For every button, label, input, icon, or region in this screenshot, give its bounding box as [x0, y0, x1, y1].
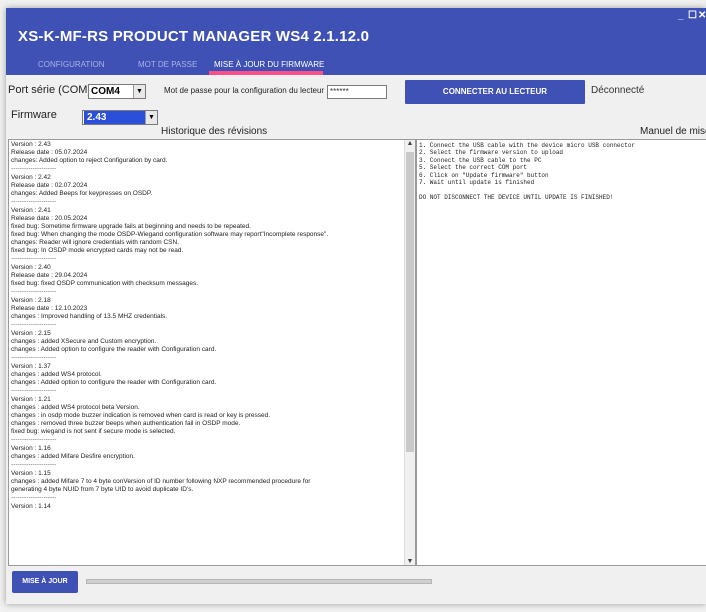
tab-firmware-update[interactable]: MISE À JOUR DU FIRMWARE [214, 60, 324, 69]
history-line: fixed bug: fixed OSDP communication with… [11, 280, 199, 287]
manual-line: 7. Wait until update is finished [419, 179, 535, 187]
com-port-select[interactable]: COM4 ▼ [88, 84, 146, 99]
history-line: changes: Added option to reject Configur… [11, 157, 168, 164]
history-line: changes : Added option to configure the … [11, 346, 217, 353]
history-line: Release date : 05.07.2024 [11, 149, 88, 156]
history-separator: --------------------- [11, 494, 57, 501]
history-line: fixed bug: When changing the mode OSDP-W… [11, 231, 329, 238]
chevron-down-icon: ▼ [145, 111, 157, 124]
history-entry: Version : 1.15 changes : added Mifare 7 t… [11, 470, 401, 502]
history-line: Release date : 20.05.2024 [11, 215, 88, 222]
history-line: Version : 1.37 [11, 363, 51, 370]
manual-line [419, 186, 635, 193]
manual-textbox[interactable]: 1. Connect the USB cable with the device… [416, 139, 706, 566]
history-line: changes : removed three buzzer beeps whe… [11, 420, 241, 427]
history-line: Release date : 29.04.2024 [11, 272, 88, 279]
chevron-down-icon: ▼ [133, 85, 145, 98]
history-entry: Version : 1.21 changes : added WS4 protoc… [11, 396, 401, 444]
history-line: changes : Added option to configure the … [11, 379, 217, 386]
history-line: Version : 1.14 [11, 503, 51, 510]
history-entry: Version : 1.37 changes : added WS4 protoc… [11, 363, 401, 395]
history-line: Release date : 02.07.2024 [11, 182, 88, 189]
history-separator: --------------------- [11, 461, 57, 468]
firmware-select[interactable]: 2.43 ▼ [82, 110, 158, 125]
history-line: Version : 2.40 [11, 264, 51, 271]
title-bar: XS-K-MF-RS PRODUCT MANAGER WS4 2.1.12.0 … [6, 8, 706, 75]
history-line: Version : 2.15 [11, 330, 51, 337]
scroll-thumb[interactable] [406, 152, 414, 452]
history-line: changes : added WS4 protocol beta Versio… [11, 404, 140, 411]
password-label: Mot de passe pour la configuration du le… [164, 86, 325, 95]
com-port-value: COM4 [91, 86, 120, 97]
history-scrollbar[interactable]: ▲ ▼ [404, 140, 415, 565]
password-input[interactable]: ****** [327, 85, 387, 99]
app-window: XS-K-MF-RS PRODUCT MANAGER WS4 2.1.12.0 … [6, 8, 706, 604]
history-content: Version : 2.43 Release date : 05.07.2024 c… [11, 141, 401, 512]
close-icon[interactable]: ✕ [698, 10, 706, 21]
history-line: Version : 2.18 [11, 297, 51, 304]
manual-line: 6. Click on "Update firmware" button [419, 171, 549, 179]
com-port-label: Port série (COM) [8, 84, 92, 96]
history-entry: Version : 2.43 Release date : 05.07.2024 c… [11, 141, 401, 173]
app-title: XS-K-MF-RS PRODUCT MANAGER WS4 2.1.12.0 [18, 28, 370, 45]
firmware-value: 2.43 [84, 111, 145, 124]
history-separator: --------------------- [11, 255, 57, 262]
history-entry: Version : 2.18 Release date : 12.10.2023 c… [11, 297, 401, 329]
history-line: changes : Improved handling of 13.5 MHZ … [11, 313, 168, 320]
history-line: Version : 1.16 [11, 445, 51, 452]
update-progress-bar [86, 579, 432, 584]
history-textbox[interactable]: Version : 2.43 Release date : 05.07.2024 c… [8, 139, 416, 566]
firmware-label: Firmware [11, 109, 57, 121]
history-line: changes: Reader will ignore credentials … [11, 239, 179, 246]
history-line: changes : added Mifare Desfire encryptio… [11, 453, 135, 460]
manual-line: DO NOT DISCONNECT THE DEVICE UNTIL UPDAT… [419, 193, 614, 201]
history-line: changes : in osdp mode buzzer indication… [11, 412, 271, 419]
firmware-update-button[interactable]: MISE À JOUR [12, 571, 78, 593]
connection-status: Déconnecté [591, 85, 645, 96]
history-line: Version : 1.21 [11, 396, 51, 403]
history-entry: Version : 2.42 Release date : 02.07.2024 c… [11, 174, 401, 206]
history-separator: --------------------- [11, 436, 57, 443]
history-line: Version : 2.41 [11, 207, 51, 214]
history-line: generating 4 byte NUID from 7 byte UID t… [11, 486, 194, 493]
history-entry: Version : 1.14 [11, 503, 401, 511]
history-separator: --------------------- [11, 354, 57, 361]
active-tab-indicator [209, 71, 323, 75]
history-entry: Version : 2.15 changes : added XSecure an… [11, 330, 401, 362]
manual-content: 1. Connect the USB cable with the device… [419, 142, 635, 201]
history-line: changes : added Mifare 7 to 4 byte conVe… [11, 478, 311, 485]
history-entry: Version : 1.16 changes : added Mifare Des… [11, 445, 401, 469]
history-line: fixed bug: wiegand is not sent if secure… [11, 428, 176, 435]
history-line: changes : added XSecure and Custom encry… [11, 338, 157, 345]
minimize-icon[interactable]: _ [678, 10, 684, 21]
history-entry: Version : 2.41 Release date : 20.05.2024 f… [11, 207, 401, 263]
history-separator: --------------------- [11, 387, 57, 394]
manual-line: 3. Connect the USB cable to the PC [419, 156, 542, 164]
manual-line: 2. Select the firmware version to upload [419, 149, 564, 157]
history-line: Version : 2.42 [11, 174, 51, 181]
history-line: Version : 1.15 [11, 470, 51, 477]
history-line: changes : added WS4 protocol. [11, 371, 102, 378]
manual-line: 5. Select the correct COM port [419, 164, 528, 172]
history-title: Historique des révisions [161, 126, 268, 137]
manual-line: 1. Connect the USB cable with the device… [419, 142, 636, 149]
history-line: fixed bug: Sometime firmware upgrade fai… [11, 223, 251, 230]
history-separator: --------------------- [11, 198, 57, 205]
tab-configuration[interactable]: CONFIGURATION [38, 60, 105, 69]
history-line: Version : 2.43 [11, 141, 51, 148]
history-line: changes: Added Beeps for keypresses on O… [11, 190, 153, 197]
history-entry: Version : 2.40 Release date : 29.04.2024 f… [11, 264, 401, 296]
scroll-up-icon[interactable]: ▲ [405, 140, 415, 147]
history-line: Release date : 12.10.2023 [11, 305, 88, 312]
connect-reader-button[interactable]: CONNECTER AU LECTEUR [405, 80, 585, 104]
history-separator: --------------------- [11, 288, 57, 295]
scroll-down-icon[interactable]: ▼ [405, 558, 415, 565]
history-line: fixed bug: In OSDP mode encrypted cards … [11, 247, 184, 254]
manual-title: Manuel de mise [640, 126, 706, 137]
maximize-icon[interactable]: ☐ [688, 10, 697, 21]
history-separator: --------------------- [11, 165, 57, 172]
history-separator: --------------------- [11, 321, 57, 328]
tab-mot-de-passe[interactable]: MOT DE PASSE [138, 60, 197, 69]
